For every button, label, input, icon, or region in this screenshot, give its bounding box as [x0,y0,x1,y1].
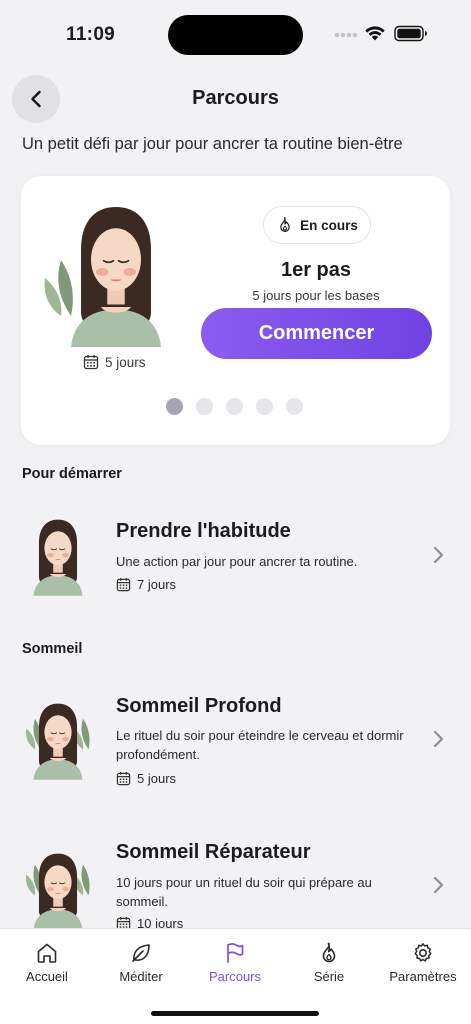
tab-label: Accueil [26,969,68,984]
start-button[interactable]: Commencer [201,308,432,359]
leaf-icon [132,944,150,962]
flag-icon [227,942,244,963]
carousel-dot[interactable] [286,398,303,415]
woman-illustration [44,206,162,347]
program-description: Une action par jour pour ancrer ta routi… [116,554,358,569]
flame-icon [276,216,294,234]
program-duration-label: 7 jours [137,577,177,592]
home-icon [37,943,57,963]
tab-accueil[interactable]: Accueil [0,941,94,984]
home-indicator [151,1011,319,1016]
cellular-signal-icon [334,32,358,38]
program-description: 10 jours pour un rituel du soir qui prép… [116,875,372,909]
tab-mediter[interactable]: Méditer [94,941,188,984]
wifi-icon [365,26,385,41]
program-avatar [25,703,90,780]
program-title: Sommeil Profond [116,695,282,717]
program-duration: 7 jours [116,577,176,592]
carousel-dot[interactable] [166,398,183,415]
tab-label: Méditer [119,969,163,984]
tab-parcours[interactable]: Parcours [188,941,282,984]
tab-parametres[interactable]: Paramètres [376,941,470,984]
tab-label: Paramètres [389,969,457,984]
featured-duration: 5 jours [83,354,146,370]
carousel-dot[interactable] [256,398,273,415]
calendar-icon [83,354,99,370]
status-bar: 11:09 [0,0,471,70]
program-duration-label: 5 jours [137,771,177,786]
chevron-right-icon [432,546,444,564]
section-title-sommeil: Sommeil [22,641,83,657]
program-duration: 5 jours [116,771,176,786]
carousel-dot[interactable] [226,398,243,415]
program-description: Le rituel du soir pour éteindre le cerve… [116,728,404,762]
featured-title: 1er pas [280,259,352,281]
program-avatar [33,519,83,596]
program-row-sommeil-profond[interactable]: Sommeil Profond Le rituel du soir pour é… [0,684,471,804]
status-time: 11:09 [66,24,116,45]
program-row-habitude[interactable]: Prendre l'habitude Une action par jour p… [0,500,471,620]
tab-serie[interactable]: Série [282,941,376,984]
battery-icon [394,25,427,42]
featured-description: 5 jours pour les bases [252,288,380,303]
calendar-icon [116,577,131,592]
chevron-right-icon [432,876,444,894]
gear-icon [414,943,432,962]
tab-label: Parcours [208,969,262,984]
program-title: Sommeil Réparateur [116,841,311,863]
status-badge: En cours [263,206,371,244]
status-badge-label: En cours [300,217,358,233]
featured-duration-label: 5 jours [105,354,146,370]
section-title-demarrer: Pour démarrer [22,466,122,482]
page-subtitle: Un petit défi par jour pour ancrer ta ro… [22,135,403,153]
calendar-icon [116,771,131,786]
program-avatar [25,853,90,930]
chevron-right-icon [432,730,444,748]
dynamic-island [168,15,303,55]
page-title: Parcours [192,87,279,109]
carousel-dot[interactable] [196,398,213,415]
carousel-dots[interactable] [166,398,303,415]
featured-program-card[interactable]: 5 jours En cours 1er pas 5 jours pour le… [21,176,450,445]
flame-icon [317,941,341,965]
program-title: Prendre l'habitude [116,520,291,542]
tab-label: Série [313,969,345,984]
tab-bar: Accueil Méditer Parcours Série Paramètre… [0,928,471,1024]
